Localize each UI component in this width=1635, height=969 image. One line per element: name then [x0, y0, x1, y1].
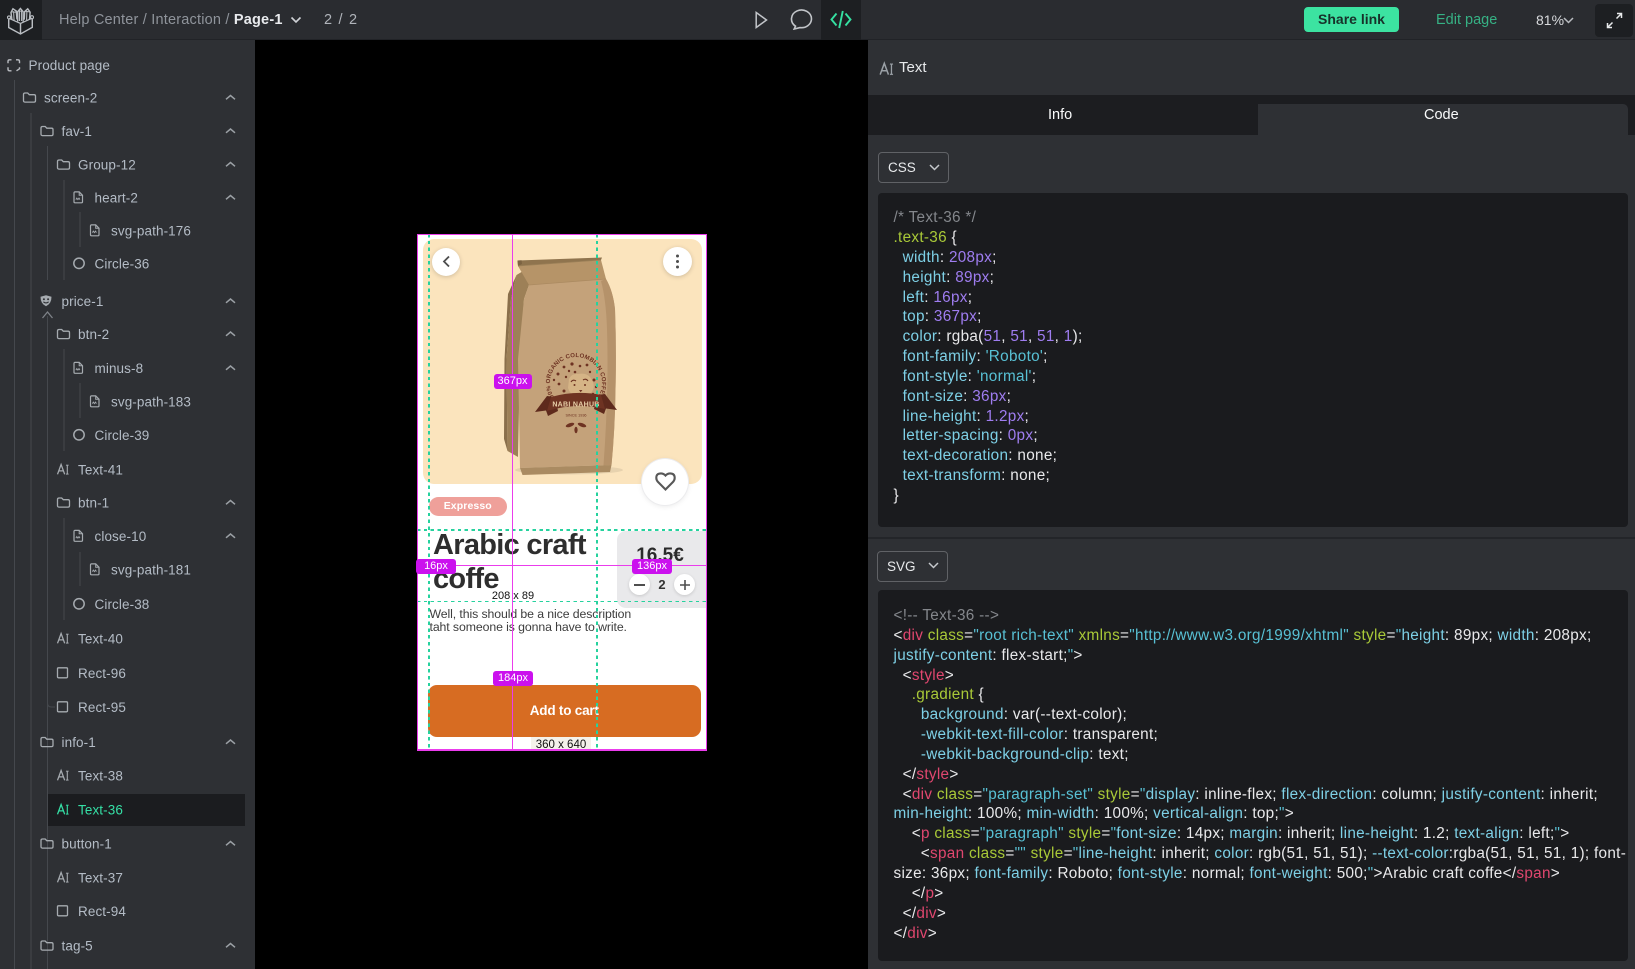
svg-text:Circle-36: Circle-36: [95, 256, 150, 271]
svg-text:Text-36: Text-36: [78, 802, 123, 817]
svg-text:Group-12: Group-12: [78, 157, 136, 172]
svg-text:btn-1: btn-1: [78, 495, 109, 510]
svg-text:Circle-39: Circle-39: [95, 428, 150, 443]
svg-text:svg-path-183: svg-path-183: [111, 394, 191, 409]
svg-text:price-1: price-1: [62, 294, 104, 309]
svg-text:tag-5: tag-5: [62, 938, 93, 953]
svg-text:btn-2: btn-2: [78, 327, 109, 342]
svg-text:info-1: info-1: [62, 735, 96, 750]
svg-text:Rect-95: Rect-95: [78, 700, 126, 715]
svg-text:Text-38: Text-38: [78, 768, 123, 783]
svg-text:svg-path-176: svg-path-176: [111, 223, 191, 238]
svg-text:screen-2: screen-2: [44, 90, 97, 105]
svg-text:Text-41: Text-41: [78, 462, 123, 477]
svg-text:svg-path-181: svg-path-181: [111, 562, 191, 577]
svg-text:Rect-94: Rect-94: [78, 904, 126, 919]
svg-text:heart-2: heart-2: [95, 190, 138, 205]
svg-text:Text-40: Text-40: [78, 631, 123, 646]
svg-text:minus-8: minus-8: [95, 361, 144, 376]
svg-text:NABI NAHUB: NABI NAHUB: [552, 401, 599, 408]
svg-text:Rect-96: Rect-96: [78, 666, 126, 681]
svg-text:close-10: close-10: [95, 529, 147, 544]
svg-text:Product page: Product page: [29, 58, 111, 73]
svg-text:SINCE 1936: SINCE 1936: [565, 413, 586, 417]
svg-text:fav-1: fav-1: [62, 124, 93, 139]
svg-text:Circle-38: Circle-38: [95, 597, 150, 612]
svg-text:Text-37: Text-37: [78, 870, 123, 885]
svg-text:button-1: button-1: [62, 836, 112, 851]
